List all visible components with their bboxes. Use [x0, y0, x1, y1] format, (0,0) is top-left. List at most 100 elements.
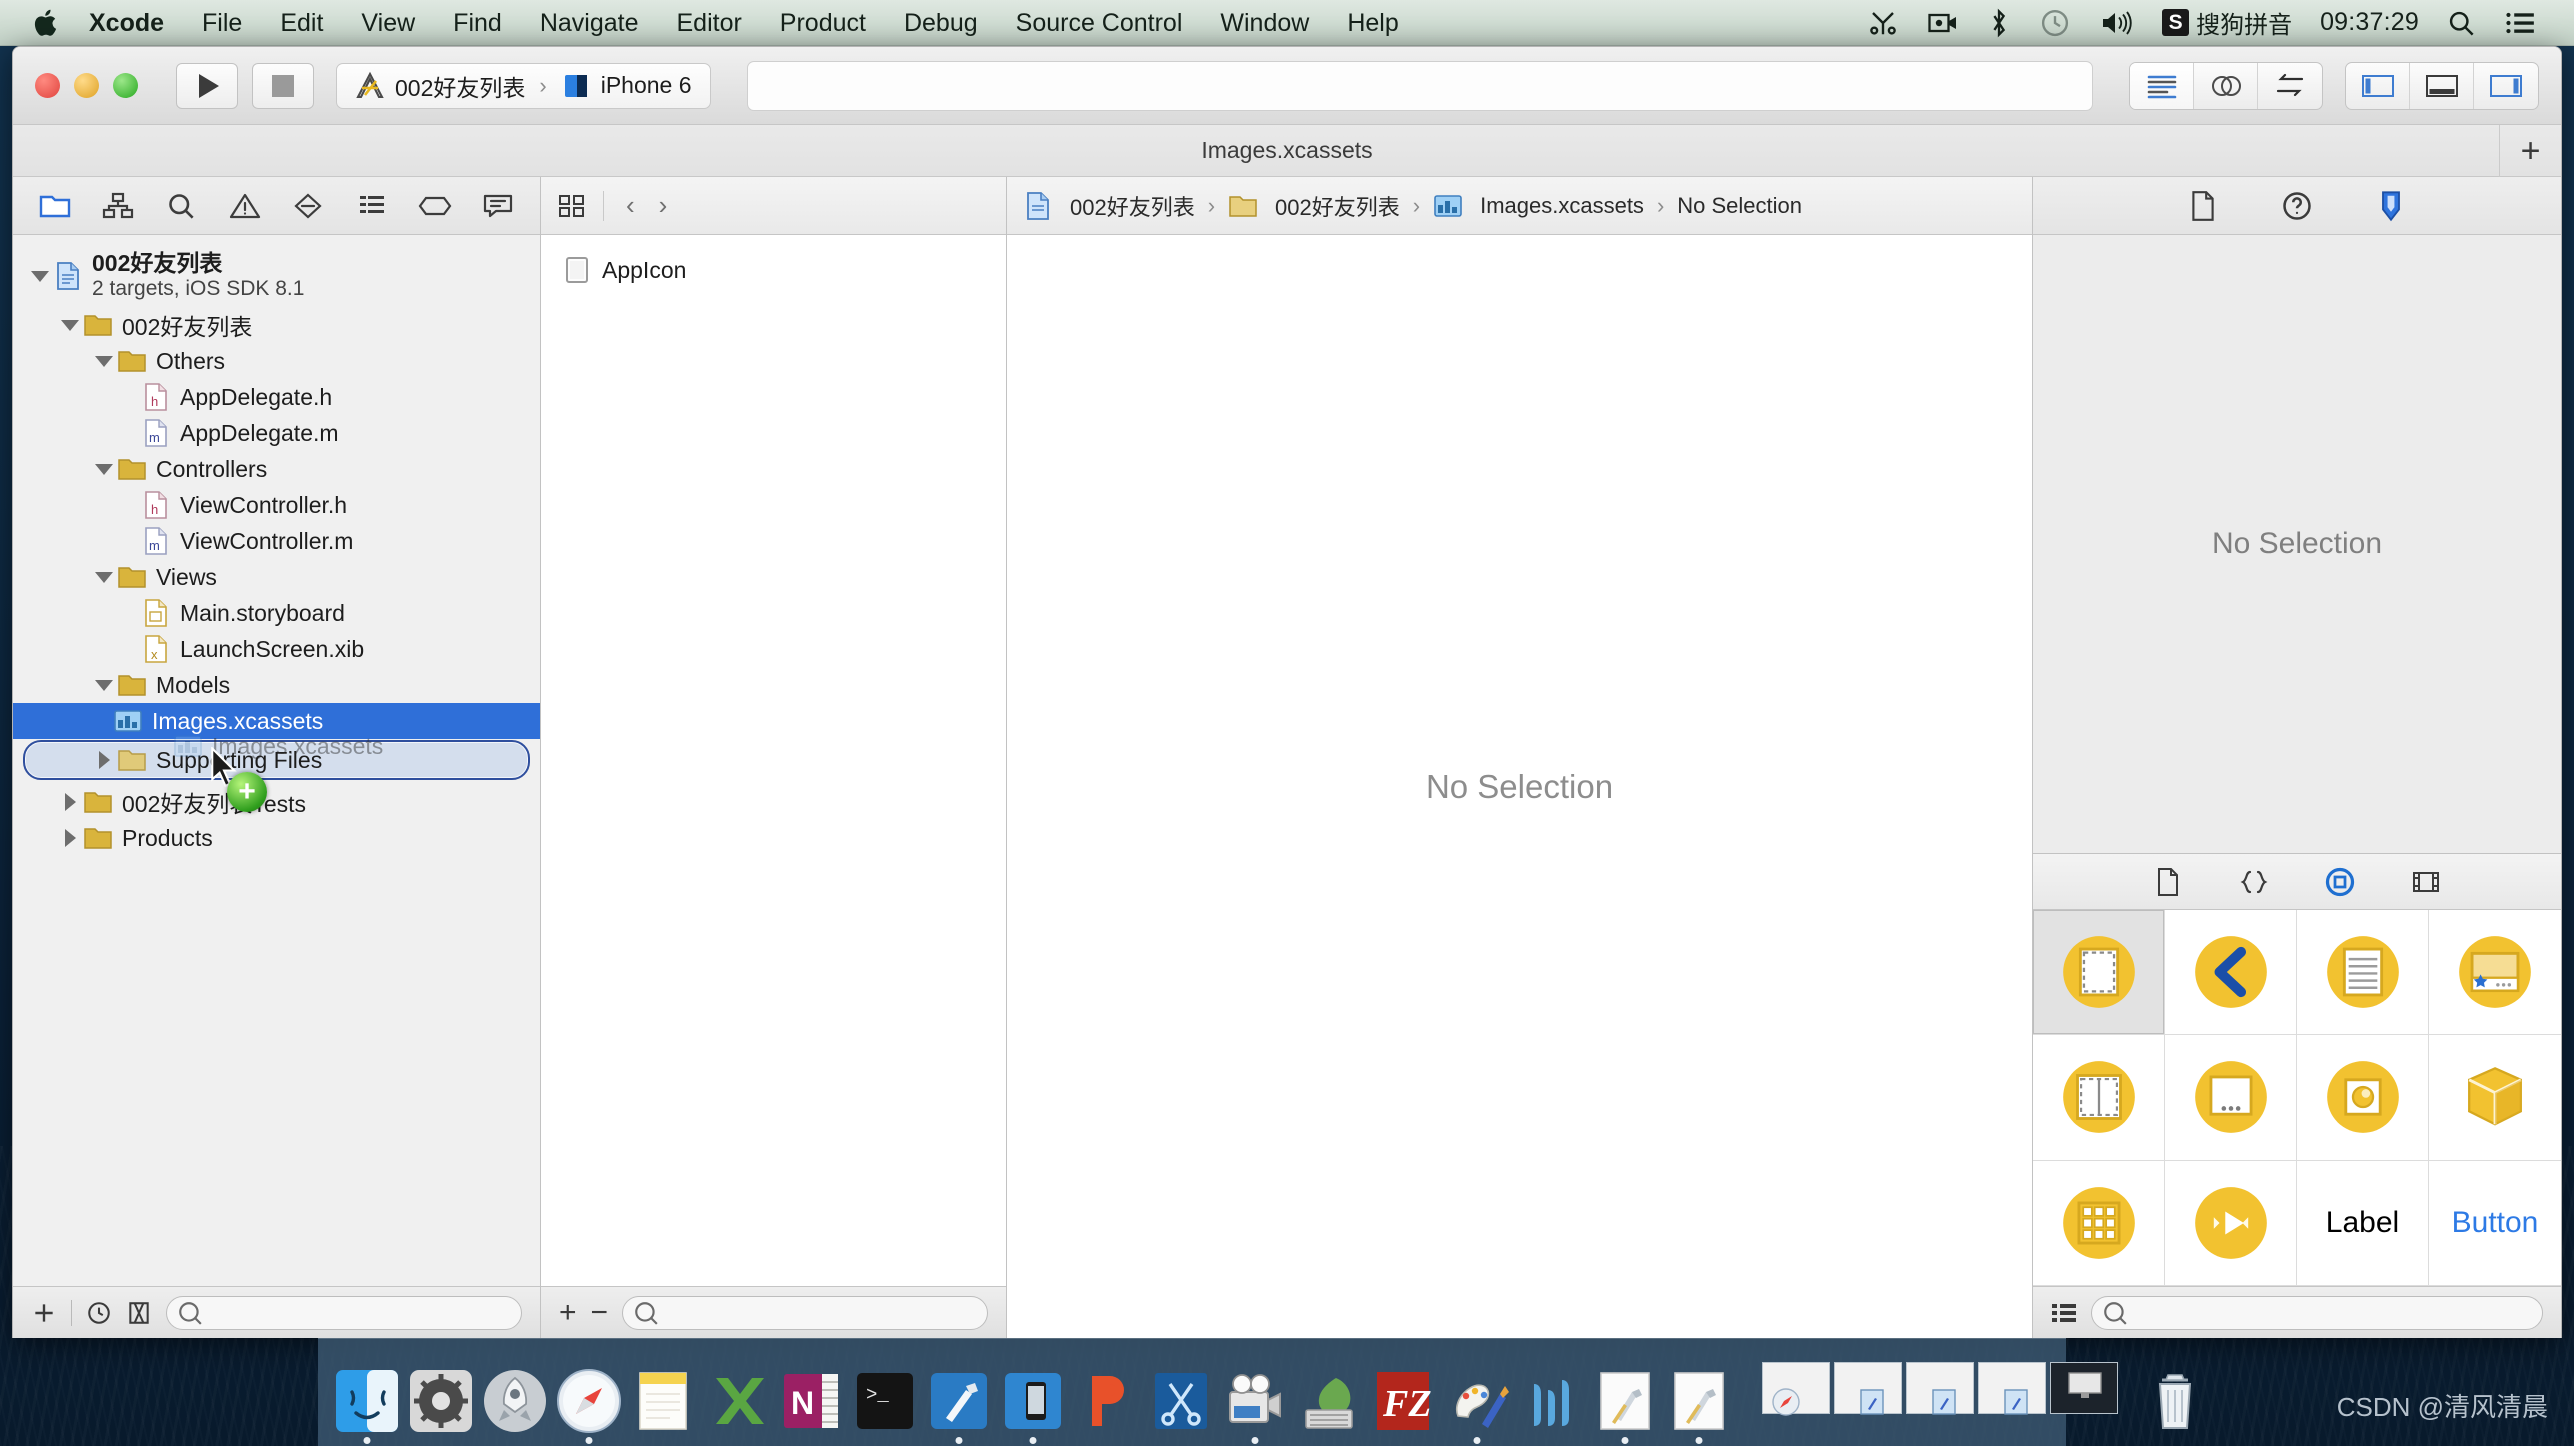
assistant-editor-button[interactable] [2194, 62, 2258, 109]
quick-help-inspector-tab[interactable] [2273, 185, 2321, 227]
dock-item-notes[interactable] [628, 1366, 698, 1436]
tree-row-appdelegate-h[interactable]: h AppDelegate.h [13, 379, 540, 415]
utilities-toggle-button[interactable] [2474, 63, 2538, 109]
dock-item-ios-simulator[interactable] [998, 1366, 1068, 1444]
library-item-scene-kit-view-controller[interactable] [2429, 1035, 2561, 1161]
library-item-collection-view-controller[interactable] [2033, 1160, 2165, 1286]
dock-item-onenote[interactable]: N [776, 1366, 846, 1436]
clock-icon[interactable] [86, 1300, 112, 1326]
apple-icon[interactable] [24, 7, 70, 39]
library-item-view-controller[interactable] [2033, 910, 2165, 1036]
asset-set-list[interactable]: AppIcon [541, 235, 1006, 1286]
dock-item-video-editor[interactable] [1220, 1366, 1290, 1444]
clock-icon[interactable] [2025, 0, 2085, 46]
navigator-toggle-button[interactable] [2346, 62, 2410, 109]
debug-area-toggle-button[interactable] [2410, 62, 2474, 109]
media-library-tab[interactable] [2403, 862, 2449, 902]
add-asset-button[interactable]: + [559, 1296, 577, 1330]
disclosure-triangle[interactable] [91, 679, 117, 691]
library-item-tab-bar-controller[interactable] [2429, 910, 2561, 1036]
dock-item-pdf-reader[interactable] [1072, 1366, 1142, 1436]
breadcrumb-item-group[interactable]: 002好友列表 [1275, 190, 1400, 222]
scheme-selector[interactable]: 002好友列表 › iPhone 6 [336, 62, 711, 109]
symbol-navigator-tab[interactable] [92, 184, 144, 228]
test-navigator-tab[interactable] [282, 184, 334, 228]
minimize-button[interactable] [74, 73, 99, 98]
standard-editor-button[interactable] [2130, 62, 2194, 109]
tree-row-others[interactable]: Others [13, 343, 540, 379]
notification-center-icon[interactable] [2490, 0, 2550, 46]
object-library-grid[interactable]: Label Button [2033, 910, 2561, 1286]
tree-row-products[interactable]: Products [13, 820, 540, 856]
project-navigator-tree[interactable]: 002好友列表 2 targets, iOS SDK 8.1 002好友列表 O [13, 235, 540, 1286]
remove-asset-button[interactable]: − [591, 1296, 609, 1330]
stop-button[interactable] [252, 62, 314, 109]
tree-row-launchscreen-xib[interactable]: x LaunchScreen.xib [13, 631, 540, 667]
disclosure-triangle[interactable] [57, 319, 83, 331]
file-inspector-tab[interactable] [2179, 185, 2227, 227]
tree-row-viewcontroller-m[interactable]: m ViewController.m [13, 523, 540, 559]
dock-item-paint-app[interactable] [1442, 1366, 1512, 1444]
dock-item-evernote[interactable] [1294, 1366, 1364, 1436]
breadcrumb-item-project[interactable]: 002好友列表 [1070, 190, 1195, 222]
list-view-icon[interactable] [2051, 1300, 2077, 1326]
disclosure-triangle[interactable] [57, 829, 83, 847]
editor-content-area[interactable]: No Selection [1007, 235, 2032, 1338]
library-item-page-view-controller[interactable] [2165, 1035, 2297, 1161]
menu-item-navigate[interactable]: Navigate [521, 0, 658, 46]
dock-item-xcode-beta-1[interactable] [1590, 1366, 1660, 1444]
related-files-icon[interactable] [557, 192, 587, 220]
screen-record-icon[interactable] [1913, 0, 1973, 46]
tree-row-project[interactable]: 002好友列表 2 targets, iOS SDK 8.1 [13, 245, 540, 307]
library-item-button[interactable]: Button [2429, 1161, 2561, 1286]
tree-row-controllers[interactable]: Controllers [13, 451, 540, 487]
dock-item-waveform-app[interactable] [1516, 1366, 1586, 1436]
minimized-window-3[interactable] [1906, 1361, 1974, 1415]
tree-row-supporting-files[interactable]: Supporting Files [23, 740, 530, 780]
asset-filter-field[interactable] [622, 1295, 988, 1330]
menu-clock-time[interactable]: 09:37:29 [2307, 0, 2432, 46]
object-library-tab[interactable] [2317, 862, 2363, 902]
library-item-label[interactable]: Label [2297, 1160, 2429, 1286]
dock-item-xcode-beta-2[interactable] [1664, 1366, 1734, 1444]
library-filter-input[interactable] [2128, 1301, 2532, 1324]
library-item-split-view-controller[interactable] [2033, 1035, 2165, 1161]
code-snippet-library-tab[interactable] [2231, 862, 2277, 902]
add-tab-button[interactable]: + [2499, 125, 2561, 177]
minimized-window-4[interactable] [1978, 1361, 2046, 1415]
dock-item-excel[interactable] [702, 1366, 772, 1436]
close-button[interactable] [35, 73, 60, 98]
report-navigator-tab[interactable] [472, 184, 524, 228]
project-navigator-tab[interactable] [29, 184, 81, 228]
dock-item-trash[interactable] [2140, 1366, 2210, 1436]
menu-item-editor[interactable]: Editor [657, 0, 760, 46]
disclosure-triangle[interactable] [91, 355, 117, 367]
identity-inspector-tab[interactable] [2367, 185, 2415, 227]
menu-item-view[interactable]: View [342, 0, 434, 46]
disclosure-triangle[interactable] [27, 270, 53, 282]
volume-icon[interactable] [2085, 0, 2147, 46]
back-chevron-icon[interactable]: ‹ [620, 190, 641, 221]
tree-row-images-xcassets[interactable]: Images.xcassets [13, 703, 540, 739]
disclosure-triangle[interactable] [91, 571, 117, 583]
library-item-table-view-controller[interactable] [2297, 910, 2429, 1036]
dock-item-terminal[interactable]: >_ [850, 1366, 920, 1436]
dock-item-finder[interactable] [332, 1366, 402, 1444]
menu-item-file[interactable]: File [183, 0, 261, 46]
debug-navigator-tab[interactable] [346, 184, 398, 228]
menu-item-product[interactable]: Product [761, 0, 885, 46]
dock-item-filezilla[interactable]: FZ [1368, 1366, 1438, 1436]
forward-chevron-icon[interactable]: › [653, 190, 674, 221]
dock-item-launchpad[interactable] [480, 1366, 550, 1436]
minimized-window-5[interactable] [2050, 1361, 2118, 1414]
breakpoint-navigator-tab[interactable] [409, 184, 461, 228]
disclosure-triangle[interactable] [57, 793, 83, 811]
plus-icon[interactable] [31, 1300, 57, 1326]
menu-item-edit[interactable]: Edit [261, 0, 342, 46]
issue-navigator-tab[interactable] [219, 184, 271, 228]
disclosure-triangle[interactable] [91, 751, 117, 769]
tree-row-views[interactable]: Views [13, 559, 540, 595]
menu-item-source-control[interactable]: Source Control [997, 0, 1202, 46]
tree-row-main-storyboard[interactable]: Main.storyboard [13, 595, 540, 631]
library-item-avkit-player-view-controller[interactable] [2165, 1160, 2297, 1286]
